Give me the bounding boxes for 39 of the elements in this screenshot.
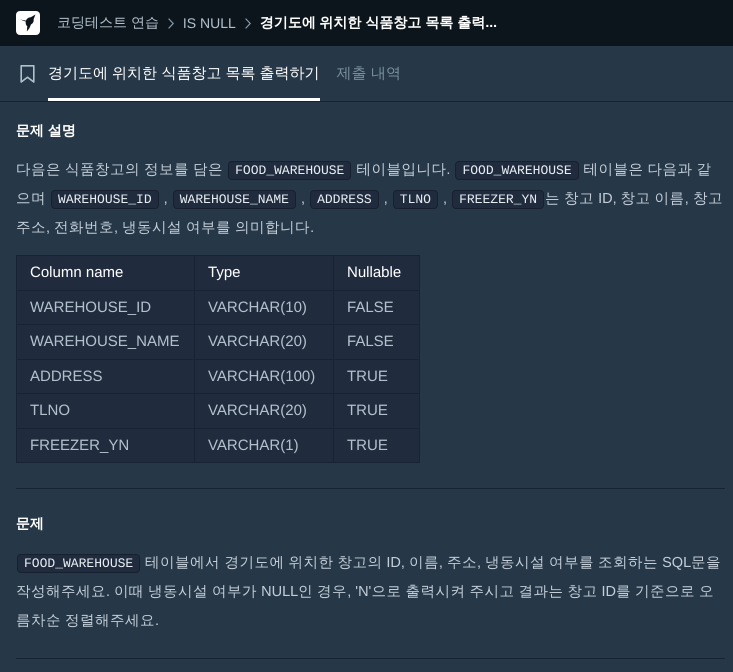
inline-code: FOOD_WAREHOUSE xyxy=(228,161,352,180)
table-cell: ADDRESS xyxy=(16,359,194,394)
table-header-cell: Nullable xyxy=(334,256,420,290)
section-heading: 문제 xyxy=(16,515,45,531)
table-cell: TRUE xyxy=(334,359,420,394)
breadcrumb-link[interactable]: IS NULL xyxy=(182,15,236,31)
inline-code: FREEZER_YN xyxy=(452,190,544,209)
inline-code: WAREHOUSE_NAME xyxy=(172,190,296,209)
section-heading: 문제 설명 xyxy=(16,122,77,138)
table-cell: FREEZER_YN xyxy=(16,428,194,462)
tab[interactable]: 경기도에 위치한 식품창고 목록 출력하기 xyxy=(48,46,320,101)
breadcrumb-current: 경기도에 위치한 식품창고 목록 출력... xyxy=(260,14,498,32)
description-text: FOOD_WAREHOUSE 테이블에서 경기도에 위치한 창고의 ID, 이름, 주소, 냉동시설 여부를 조회하는 SQL문을 작성해주세요. 이때 냉동시설 여부가 NULL인 경우, 'N'으로 출력시켜 주시고 결과는 창고 ID를 기준으로 오름차순 정렬해주세요. xyxy=(16,553,722,631)
table-cell: WAREHOUSE_NAME xyxy=(16,324,194,359)
table-cell: TRUE xyxy=(334,428,420,462)
table-cell: WAREHOUSE_ID xyxy=(16,290,194,324)
table-cell: FALSE xyxy=(334,290,420,324)
table-cell: FALSE xyxy=(334,324,420,359)
table-cell: TRUE xyxy=(334,394,420,428)
table-cell: VARCHAR(100) xyxy=(194,359,334,394)
table-header-cell: Type xyxy=(194,256,334,290)
chevron-right-icon xyxy=(168,18,174,28)
inline-code: ADDRESS xyxy=(310,190,379,209)
bird-logo-icon[interactable] xyxy=(16,11,40,35)
breadcrumb-link[interactable]: 코딩테스트 연습 xyxy=(57,14,159,32)
inline-code: TLNO xyxy=(392,190,438,209)
inline-code: FOOD_WAREHOUSE xyxy=(455,161,579,180)
table-cell: VARCHAR(10) xyxy=(194,290,334,324)
bookmark-icon[interactable] xyxy=(20,64,35,82)
table-header-cell: Column name xyxy=(16,256,194,290)
table-cell: VARCHAR(20) xyxy=(194,394,334,428)
tab[interactable]: 제출 내역 xyxy=(336,46,401,101)
inline-code: WAREHOUSE_ID xyxy=(51,190,159,209)
table-cell: TLNO xyxy=(16,394,194,428)
inline-code: FOOD_WAREHOUSE xyxy=(17,554,140,573)
table-cell: VARCHAR(20) xyxy=(194,324,334,359)
description-text: 다음은 식품창고의 정보를 담은 FOOD_WAREHOUSE 테이블입니다. FOOD_WAREHOUSE 테이블은 다음과 같으며 WAREHOUSE_ID , WAREHOUSE_NAME , ADDRESS , TLNO , FREEZER_YN 는 창고 ID, 창고 이름, 창고 주소, 전화번호, 냉동시설 여부를 의미합니다. xyxy=(16,160,724,238)
chevron-right-icon xyxy=(244,18,251,28)
table-cell: VARCHAR(1) xyxy=(194,428,334,462)
